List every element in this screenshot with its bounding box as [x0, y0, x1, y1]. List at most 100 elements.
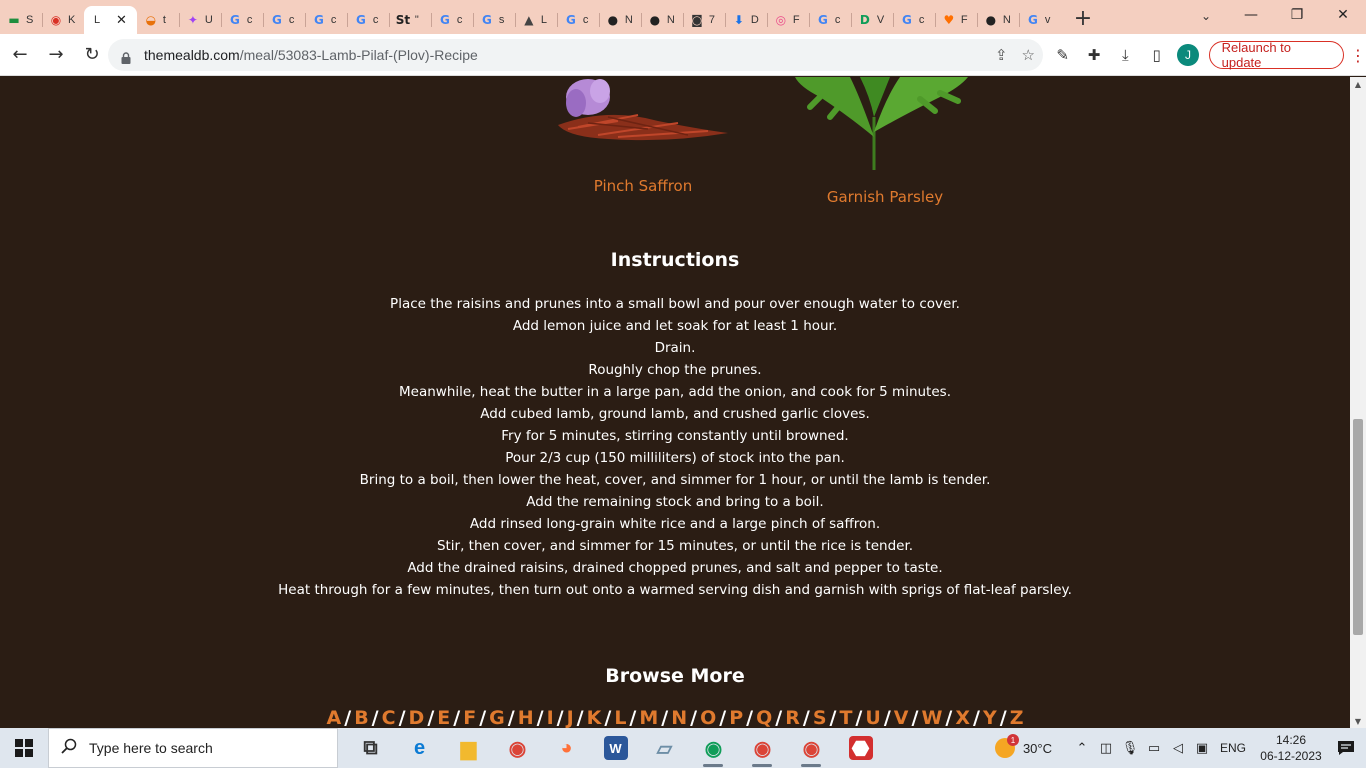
- scroll-down-arrow-icon[interactable]: ▼: [1350, 714, 1366, 728]
- windows-start-icon[interactable]: [0, 728, 48, 768]
- volume-icon[interactable]: ◁: [1166, 728, 1190, 768]
- ingredient-card-saffron[interactable]: Pinch Saffron: [548, 77, 738, 195]
- taskbar-app-word[interactable]: W: [591, 728, 640, 768]
- browse-letter-link[interactable]: T: [839, 707, 852, 728]
- tab-search-icon[interactable]: ⌄: [1192, 4, 1220, 28]
- taskbar-app-task-view[interactable]: ⧉: [346, 728, 395, 768]
- browse-letter-link[interactable]: K: [587, 707, 602, 728]
- tab[interactable]: ● N: [640, 6, 683, 34]
- chevron-up-icon[interactable]: ⌃: [1070, 728, 1094, 768]
- profile-avatar[interactable]: J: [1177, 44, 1199, 66]
- tab[interactable]: ◎ F: [766, 6, 809, 34]
- browse-letter-link[interactable]: R: [785, 707, 800, 728]
- browse-letter-link[interactable]: H: [518, 707, 534, 728]
- camera-icon[interactable]: ◫: [1094, 728, 1118, 768]
- address-bar[interactable]: themealdb.com/meal/53083-Lamb-Pilaf-(Plo…: [108, 39, 1043, 71]
- page-scrollbar[interactable]: ▲ ▼: [1350, 77, 1366, 728]
- side-panel-icon[interactable]: ▯: [1146, 44, 1167, 66]
- tab[interactable]: ◒ t: [137, 6, 179, 34]
- browse-letter-link[interactable]: Q: [756, 707, 772, 728]
- browse-letter-link[interactable]: J: [567, 707, 574, 728]
- tab[interactable]: ⬇ D: [724, 6, 767, 34]
- browse-letter-link[interactable]: B: [354, 707, 368, 728]
- menu-kebab-icon[interactable]: ⋮: [1350, 46, 1366, 65]
- relaunch-button[interactable]: Relaunch to update: [1208, 40, 1344, 70]
- tab[interactable]: ✦ U: [178, 6, 221, 34]
- tab[interactable]: St ": [388, 6, 431, 34]
- taskbar-app-edge[interactable]: e: [395, 728, 444, 768]
- weather-widget[interactable]: 1 30°C: [994, 734, 1052, 758]
- microphone-icon[interactable]: 🎙︎: [1118, 728, 1142, 768]
- browse-letter-link[interactable]: I: [547, 707, 554, 728]
- notification-icon[interactable]: [1326, 728, 1366, 768]
- taskbar-app-file-explorer[interactable]: ▆: [444, 728, 493, 768]
- clock[interactable]: 14:26 06-12-2023: [1256, 732, 1326, 764]
- browse-letter-link[interactable]: C: [382, 707, 396, 728]
- lock-icon[interactable]: [120, 49, 132, 64]
- browse-letter-link[interactable]: S: [813, 707, 827, 728]
- tab[interactable]: Gv: [1018, 6, 1061, 34]
- browse-letter-link[interactable]: E: [437, 707, 450, 728]
- browse-letter-link[interactable]: A: [327, 707, 342, 728]
- browse-letter-link[interactable]: O: [700, 707, 716, 728]
- scroll-up-arrow-icon[interactable]: ▲: [1350, 77, 1366, 91]
- tab-close-icon[interactable]: ✕: [116, 13, 127, 28]
- scrollbar-thumb[interactable]: [1353, 419, 1363, 635]
- tab[interactable]: Gc: [892, 6, 935, 34]
- browse-letter-link[interactable]: X: [955, 707, 970, 728]
- display-icon[interactable]: ▭: [1142, 728, 1166, 768]
- close-window-icon[interactable]: ✕: [1320, 0, 1366, 30]
- share-icon[interactable]: ⇪: [995, 46, 1008, 64]
- tab-active[interactable]: L ✕: [84, 6, 137, 34]
- browse-letter-link[interactable]: F: [463, 707, 476, 728]
- taskbar-app-chrome-profile-2[interactable]: ◉: [738, 728, 787, 768]
- browse-letter-link[interactable]: W: [921, 707, 942, 728]
- eyedropper-extension-icon[interactable]: ✎: [1052, 44, 1073, 66]
- language-indicator[interactable]: ENG: [1220, 741, 1246, 755]
- taskbar-app-app[interactable]: ▱: [640, 728, 689, 768]
- browse-letter-link[interactable]: D: [409, 707, 425, 728]
- browse-letter-link[interactable]: Y: [983, 707, 997, 728]
- restore-icon[interactable]: ❐: [1274, 0, 1320, 30]
- download-icon[interactable]: ⤓: [1115, 44, 1136, 66]
- taskbar-app-chrome-profile-3[interactable]: ◉: [787, 728, 836, 768]
- browse-letter-link[interactable]: M: [639, 707, 658, 728]
- tab[interactable]: DV: [850, 6, 893, 34]
- ingredient-card-parsley[interactable]: Garnish Parsley: [790, 77, 980, 206]
- tab[interactable]: ● N: [976, 6, 1019, 34]
- browse-letter-link[interactable]: P: [729, 707, 743, 728]
- bookmark-star-icon[interactable]: ☆: [1022, 46, 1035, 64]
- browse-letter-link[interactable]: Z: [1010, 707, 1024, 728]
- browse-letter-link[interactable]: V: [894, 707, 909, 728]
- tab[interactable]: Gc: [346, 6, 389, 34]
- new-tab-button[interactable]: +: [1069, 4, 1097, 32]
- tab[interactable]: Gc: [262, 6, 305, 34]
- tab[interactable]: ♥ F: [934, 6, 977, 34]
- url-text[interactable]: themealdb.com/meal/53083-Lamb-Pilaf-(Plo…: [144, 47, 478, 63]
- taskbar-app-chrome[interactable]: ◉: [493, 728, 542, 768]
- tab[interactable]: Gc: [304, 6, 347, 34]
- tab[interactable]: ● N: [598, 6, 641, 34]
- taskbar-search-box[interactable]: Type here to search: [48, 728, 338, 768]
- tab[interactable]: Gc: [556, 6, 599, 34]
- browse-letter-link[interactable]: U: [865, 707, 880, 728]
- taskbar-app-firefox[interactable]: ◕: [542, 728, 591, 768]
- tab[interactable]: Gc: [808, 6, 851, 34]
- tab[interactable]: ▲ L: [514, 6, 557, 34]
- browse-letter-link[interactable]: L: [614, 707, 626, 728]
- tab[interactable]: ◉ K: [42, 6, 84, 34]
- browse-letter-link[interactable]: G: [489, 707, 505, 728]
- browse-letter-link[interactable]: N: [671, 707, 687, 728]
- reload-icon[interactable]: ↻: [76, 39, 108, 71]
- minimize-icon[interactable]: —: [1228, 0, 1274, 30]
- taskbar-app-chrome-profile-1[interactable]: ◉: [689, 728, 738, 768]
- forward-arrow-icon[interactable]: →: [40, 39, 72, 71]
- tab[interactable]: ◙ 7: [682, 6, 725, 34]
- taskbar-app-acrobat[interactable]: ⬣: [836, 728, 885, 768]
- tab[interactable]: Gc: [220, 6, 263, 34]
- tab[interactable]: Gc: [430, 6, 473, 34]
- back-arrow-icon[interactable]: ←: [4, 39, 36, 71]
- tab[interactable]: Gs: [472, 6, 515, 34]
- network-icon[interactable]: ▣: [1190, 728, 1214, 768]
- tab[interactable]: ▬ S: [0, 6, 42, 34]
